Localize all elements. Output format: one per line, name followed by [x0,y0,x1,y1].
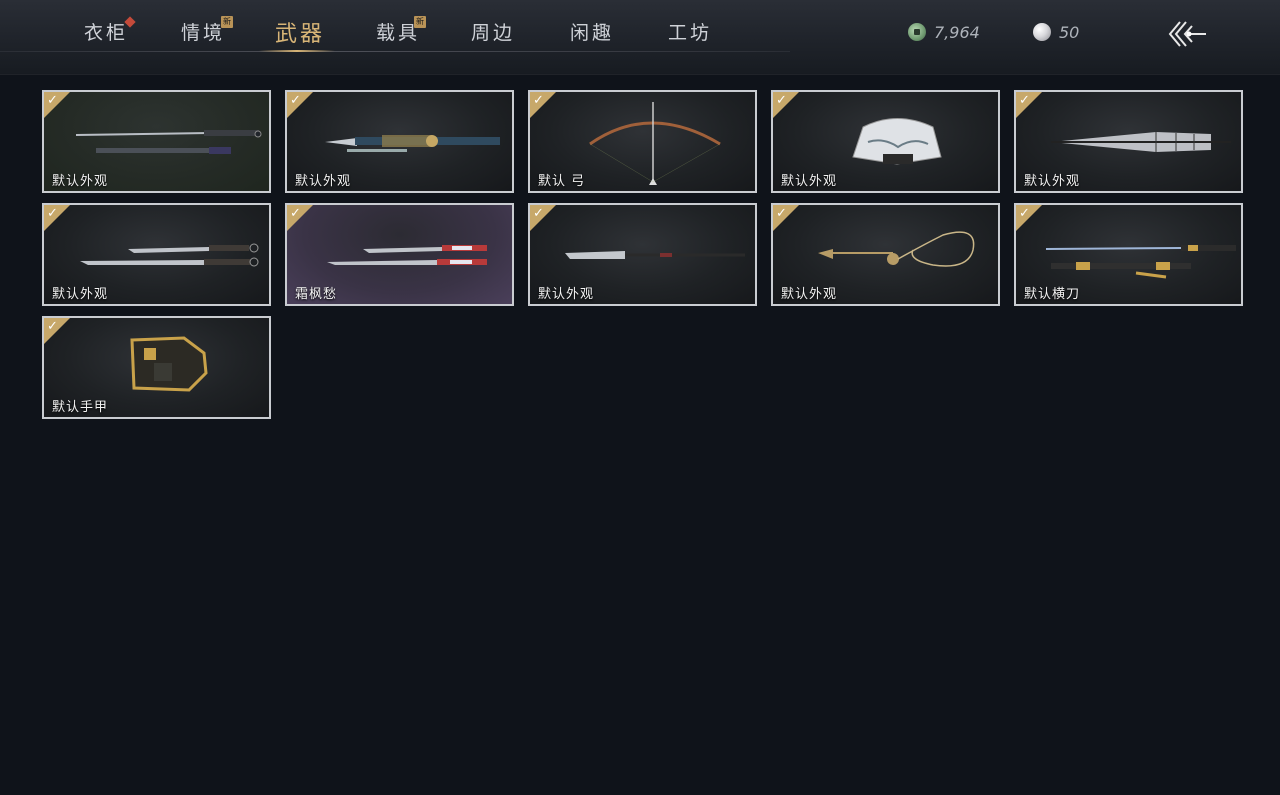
jade-amount: 7,964 [934,22,980,42]
weapon-card[interactable]: ✓ 默认手甲 [42,316,271,419]
item-label: 默认外观 [781,287,838,302]
tab-peripherals[interactable]: 周边 [471,18,515,52]
new-badge: 新 [221,16,233,28]
weapon-card[interactable]: ✓ 默认外观 [528,203,757,306]
tab-scenario[interactable]: 情境 新 [181,16,233,52]
active-tab-indicator [259,50,335,52]
weapon-card[interactable]: ✓ 默认外观 [42,90,271,193]
jade-coin-icon [908,23,926,41]
tab-vehicles[interactable]: 载具 新 [376,16,426,52]
item-label: 默认 弓 [538,174,586,189]
pearl-currency: 50 [1033,20,1079,44]
item-label: 默认外观 [295,174,352,189]
weapon-card[interactable]: ✓ 默认外观 [1014,90,1243,193]
tab-label: 闲趣 [570,22,615,44]
new-badge: 新 [414,16,426,28]
weapon-card[interactable]: ✓ 默认外观 [285,90,514,193]
pearl-icon [1033,23,1051,41]
tab-label: 情境 [181,22,226,44]
item-label: 默认外观 [538,287,595,302]
item-label: 默认外观 [52,287,109,302]
top-navigation-bar: 衣柜 情境 新 武器 载具 新 周边 闲趣 工坊 7,964 50 [0,0,1280,75]
item-label: 默认外观 [52,174,109,189]
item-label: 默认横刀 [1024,287,1081,302]
item-label: 默认外观 [1024,174,1081,189]
back-button[interactable] [1166,18,1210,50]
weapon-card[interactable]: ✓ 默认外观 [771,203,1000,306]
tab-wardrobe[interactable]: 衣柜 [84,16,136,52]
tab-workshop[interactable]: 工坊 [668,18,712,52]
tab-label: 周边 [471,22,516,44]
back-arrow-icon [1168,21,1206,47]
item-label: 默认外观 [781,174,838,189]
tab-label: 工坊 [668,22,713,44]
weapon-card[interactable]: ✓ 霜枫愁 [285,203,514,306]
tab-weapons[interactable]: 武器 [275,16,325,50]
weapon-card[interactable]: ✓ 默认外观 [771,90,1000,193]
weapon-card[interactable]: ✓ 默认横刀 [1014,203,1243,306]
tab-label: 衣柜 [84,22,129,44]
jade-currency: 7,964 [908,20,980,44]
tab-label: 武器 [275,22,326,47]
item-label: 默认手甲 [52,400,109,415]
pearl-amount: 50 [1059,22,1080,42]
weapon-card[interactable]: ✓ 默认外观 [42,203,271,306]
weapon-card[interactable]: ✓ 默认 弓 [528,90,757,193]
tab-leisure[interactable]: 闲趣 [570,18,614,52]
item-label: 霜枫愁 [295,287,338,302]
